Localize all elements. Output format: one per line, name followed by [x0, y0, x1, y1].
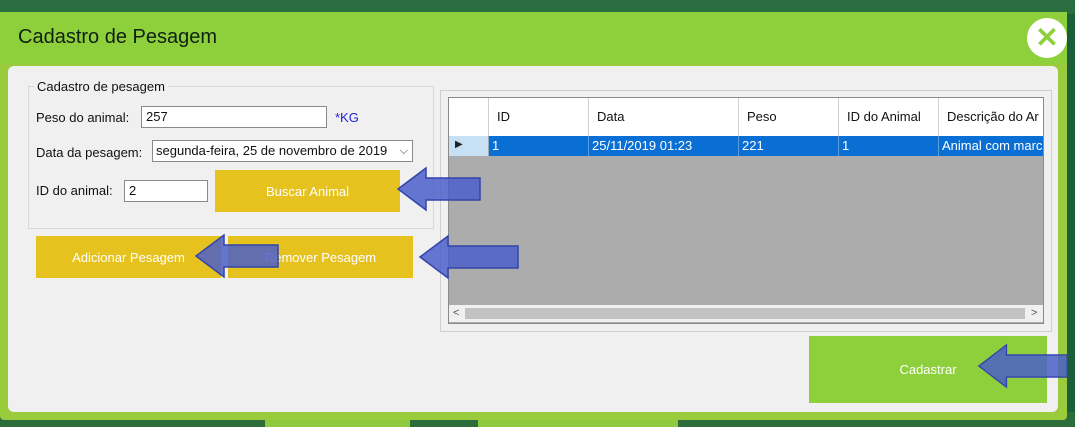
grid-header: ID Data Peso ID do Animal Descrição do A… [449, 98, 1043, 136]
weight-label: Peso do animal: [36, 110, 130, 125]
scroll-right-icon[interactable]: > [1031, 305, 1037, 322]
arrow-left-icon [977, 343, 1068, 389]
cell-id[interactable]: 1 [489, 136, 589, 156]
cell-date[interactable]: 25/11/2019 01:23 [589, 136, 739, 156]
search-animal-button[interactable]: Buscar Animal [215, 170, 400, 212]
scrollbar-thumb[interactable] [465, 308, 1025, 319]
chevron-down-icon: ⌵ [399, 145, 408, 157]
row-pointer-icon: ▶ [455, 139, 463, 150]
dialog-title: Cadastro de Pesagem [18, 26, 218, 48]
column-header-weight[interactable]: Peso [739, 98, 839, 136]
date-picker[interactable]: segunda-feira, 25 de novembro de 2019 ⌵ [152, 140, 413, 162]
scroll-left-icon[interactable]: < [453, 305, 459, 322]
weight-unit: *KG [335, 110, 359, 125]
column-header-id[interactable]: ID [489, 98, 589, 136]
table-row[interactable]: ▶ 1 25/11/2019 01:23 221 1 Animal com ma… [449, 136, 1043, 156]
weighings-grid-panel: ID Data Peso ID do Animal Descrição do A… [440, 90, 1052, 332]
column-header-animal-id[interactable]: ID do Animal [839, 98, 939, 136]
close-icon: ✕ [1035, 22, 1059, 53]
arrow-left-icon [396, 166, 481, 212]
cell-animal-id[interactable]: 1 [839, 136, 939, 156]
animal-id-input[interactable]: 2 [124, 180, 208, 202]
cell-description[interactable]: Animal com marc [939, 136, 1043, 156]
dialog-content: Cadastro de pesagem Peso do animal: 257 … [8, 66, 1058, 412]
date-value: segunda-feira, 25 de novembro de 2019 [156, 143, 388, 158]
weight-input[interactable]: 257 [141, 106, 327, 128]
horizontal-scrollbar[interactable]: < > [449, 305, 1043, 322]
column-header-date[interactable]: Data [589, 98, 739, 136]
row-header[interactable]: ▶ [449, 136, 489, 156]
cell-weight[interactable]: 221 [739, 136, 839, 156]
arrow-left-icon [418, 234, 519, 280]
title-bar: Cadastro de Pesagem ✕ [0, 12, 1067, 64]
arrow-left-icon [194, 233, 279, 279]
weighings-grid[interactable]: ID Data Peso ID do Animal Descrição do A… [448, 97, 1044, 324]
close-button[interactable]: ✕ [1027, 18, 1067, 58]
row-header-corner [449, 98, 489, 136]
date-label: Data da pesagem: [36, 145, 143, 160]
group-title: Cadastro de pesagem [34, 79, 168, 94]
column-header-description[interactable]: Descrição do Ar [939, 98, 1043, 136]
animal-id-label: ID do animal: [36, 183, 113, 198]
dialog-window: Cadastro de Pesagem ✕ Cadastro de pesage… [0, 12, 1067, 420]
